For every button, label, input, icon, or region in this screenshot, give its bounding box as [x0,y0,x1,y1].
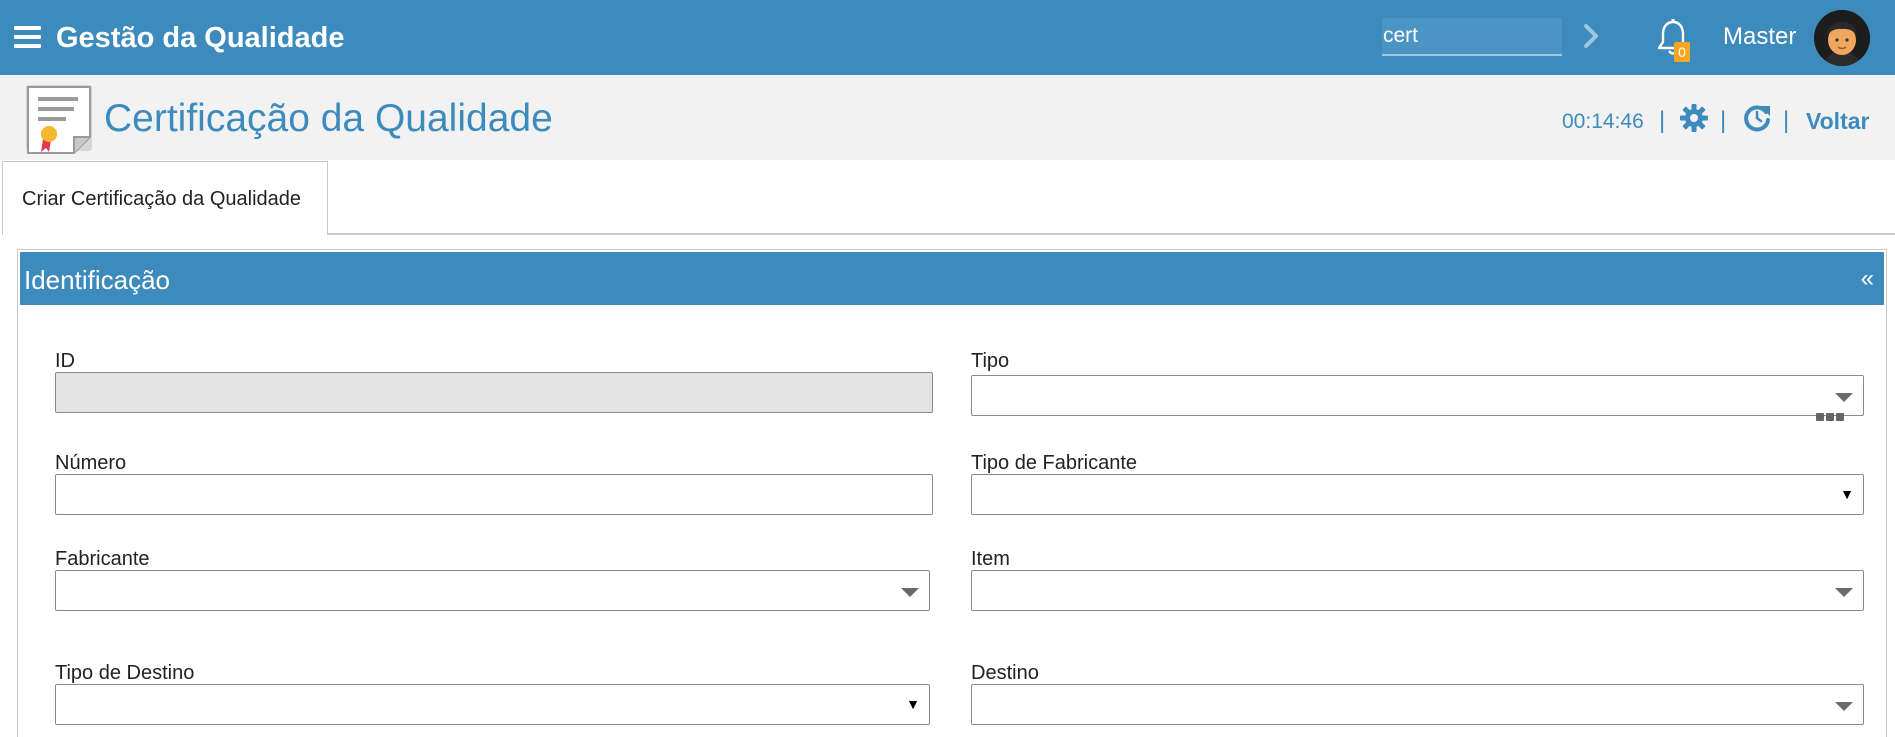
more-options-icon[interactable] [1816,413,1846,423]
search-input[interactable] [1382,18,1562,56]
id-label: ID [55,350,75,372]
select-arrow-icon: ▼ [1840,486,1854,502]
separator: | [1720,107,1727,134]
tipo-combobox[interactable] [971,375,1864,416]
separator: | [1783,107,1790,134]
content-area: Criar Certificação da Qualidade Identifi… [0,160,1895,737]
gear-icon[interactable] [1680,104,1708,132]
app-title: Gestão da Qualidade [56,22,345,54]
numero-input[interactable] [55,474,933,515]
chevron-right-icon[interactable] [1580,20,1604,52]
destino-label: Destino [971,662,1039,684]
tab-criar-certificacao[interactable]: Criar Certificação da Qualidade [2,161,328,235]
caret-down-icon [901,588,919,597]
notification-badge: 0 [1674,42,1690,62]
select-arrow-icon: ▼ [906,696,920,712]
menu-icon[interactable] [14,26,41,48]
separator: | [1659,107,1666,134]
item-combobox[interactable] [971,570,1864,611]
user-name[interactable]: Master [1723,23,1796,51]
fabricante-combobox[interactable] [55,570,930,611]
caret-down-icon [1835,393,1853,402]
tipo-destino-select[interactable]: ▼ [55,684,930,725]
caret-down-icon [1835,702,1853,711]
identificacao-panel: Identificação « ID Número Fabricante Tip… [17,249,1887,737]
tipo-fabricante-select[interactable]: ▼ [971,474,1864,515]
certificate-icon [26,85,92,154]
page-title: Certificação da Qualidade [104,97,553,140]
panel-title: Identificação [24,265,170,295]
destino-combobox[interactable] [971,684,1864,725]
session-timer: 00:14:46 [1562,110,1644,133]
fabricante-label: Fabricante [55,548,150,570]
refresh-icon[interactable] [1742,103,1772,133]
top-bar: Gestão da Qualidade 0 Master [0,0,1895,75]
tipo-fabricante-label: Tipo de Fabricante [971,452,1138,474]
avatar[interactable] [1814,10,1870,66]
tab-divider [328,233,1895,235]
back-link[interactable]: Voltar [1806,106,1869,136]
tipo-label: Tipo [971,350,1010,372]
panel-header[interactable]: Identificação « [20,252,1884,305]
collapse-icon[interactable]: « [1861,264,1874,294]
numero-label: Número [55,452,127,474]
tipo-destino-label: Tipo de Destino [55,662,195,684]
caret-down-icon [1835,588,1853,597]
item-label: Item [971,548,1010,570]
id-field [55,372,933,413]
page-header: Certificação da Qualidade 00:14:46 | | |… [0,75,1895,160]
